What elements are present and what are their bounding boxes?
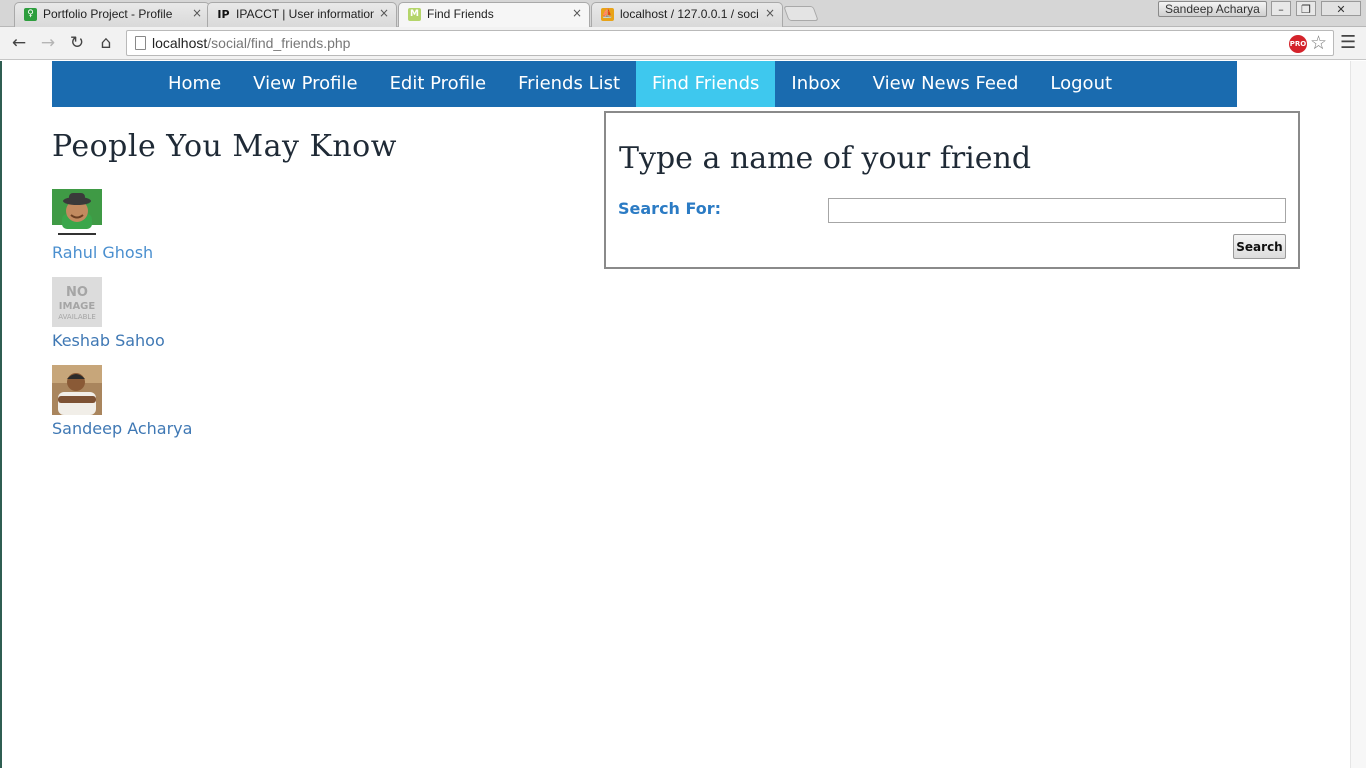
tab-title: Portfolio Project - Profile bbox=[43, 7, 173, 21]
person-name-link[interactable]: Rahul Ghosh bbox=[52, 243, 153, 262]
tab-phpmyadmin[interactable]: ⛵ localhost / 127.0.0.1 / soci × bbox=[591, 2, 783, 27]
m-favicon-icon: M bbox=[408, 8, 421, 21]
forward-arrow-icon[interactable]: → bbox=[37, 32, 59, 54]
page-viewport: Home View Profile Edit Profile Friends L… bbox=[0, 61, 1366, 768]
tab-close-icon[interactable]: × bbox=[572, 6, 582, 20]
profile-name-button[interactable]: Sandeep Acharya bbox=[1158, 1, 1267, 17]
person-name-link[interactable]: Sandeep Acharya bbox=[52, 419, 192, 438]
site-navbar: Home View Profile Edit Profile Friends L… bbox=[52, 61, 1237, 107]
extension-pro-icon[interactable]: PRO bbox=[1289, 35, 1307, 53]
nav-item-logout[interactable]: Logout bbox=[1034, 61, 1128, 107]
tab-close-icon[interactable]: × bbox=[192, 6, 202, 20]
browser-toolbar: ← → ↻ ⌂ localhost/social/find_friends.ph… bbox=[0, 27, 1366, 60]
phpmyadmin-favicon-icon: ⛵ bbox=[601, 8, 614, 21]
list-item: Rahul Ghosh bbox=[52, 189, 153, 262]
reload-icon[interactable]: ↻ bbox=[66, 32, 88, 54]
person-name-link[interactable]: Keshab Sahoo bbox=[52, 331, 165, 350]
nav-list: Home View Profile Edit Profile Friends L… bbox=[152, 61, 1128, 107]
url-path: /social/find_friends.php bbox=[207, 35, 351, 51]
list-item: NO IMAGE AVAILABLE Keshab Sahoo bbox=[52, 277, 165, 350]
close-window-icon[interactable]: ✕ bbox=[1321, 1, 1361, 16]
new-tab-button[interactable] bbox=[783, 6, 819, 21]
people-you-may-know-title: People You May Know bbox=[52, 129, 397, 164]
restore-icon[interactable]: ❐ bbox=[1296, 1, 1316, 16]
avatar[interactable] bbox=[52, 189, 102, 239]
address-bar[interactable]: localhost/social/find_friends.php PRO ☆ bbox=[126, 30, 1334, 56]
search-input[interactable] bbox=[828, 198, 1286, 223]
bookmark-star-icon[interactable]: ☆ bbox=[1310, 32, 1327, 54]
tab-ipacct[interactable]: IP IPACCT | User information × bbox=[207, 2, 397, 27]
search-panel: Type a name of your friend Search For: S… bbox=[604, 111, 1300, 269]
avatar[interactable] bbox=[52, 365, 102, 415]
no-image-avatar[interactable]: NO IMAGE AVAILABLE bbox=[52, 277, 102, 327]
home-icon[interactable]: ⌂ bbox=[95, 32, 117, 54]
url-host: localhost bbox=[152, 35, 208, 51]
search-label: Search For: bbox=[618, 199, 722, 218]
window-edge bbox=[0, 61, 2, 768]
page-icon bbox=[135, 36, 146, 50]
tab-close-icon[interactable]: × bbox=[765, 6, 775, 20]
tab-portfolio-project[interactable]: ♀ Portfolio Project - Profile × bbox=[14, 2, 210, 27]
nav-item-view-profile[interactable]: View Profile bbox=[237, 61, 373, 107]
nav-item-home[interactable]: Home bbox=[152, 61, 237, 107]
search-button[interactable]: Search bbox=[1233, 234, 1286, 259]
tab-close-icon[interactable]: × bbox=[379, 6, 389, 20]
tab-title: localhost / 127.0.0.1 / soci bbox=[620, 7, 759, 21]
address-url[interactable]: localhost/social/find_friends.php bbox=[152, 35, 350, 51]
nav-item-friends-list[interactable]: Friends List bbox=[502, 61, 636, 107]
portfolio-favicon-icon: ♀ bbox=[24, 8, 37, 21]
scrollbar[interactable] bbox=[1350, 61, 1366, 768]
svg-text:AVAILABLE: AVAILABLE bbox=[58, 313, 96, 321]
browser-tabstrip: ♀ Portfolio Project - Profile × IP IPACC… bbox=[0, 0, 1366, 27]
nav-item-view-news-feed[interactable]: View News Feed bbox=[857, 61, 1035, 107]
svg-text:IMAGE: IMAGE bbox=[59, 301, 96, 312]
people-you-may-know: People You May Know Rahul Ghosh NO IMAGE… bbox=[52, 129, 397, 438]
ipacct-favicon-icon: IP bbox=[217, 8, 230, 21]
tab-title: IPACCT | User information bbox=[236, 7, 374, 21]
nav-item-find-friends[interactable]: Find Friends bbox=[636, 61, 776, 107]
svg-text:NO: NO bbox=[66, 285, 88, 300]
nav-item-edit-profile[interactable]: Edit Profile bbox=[374, 61, 503, 107]
tab-title: Find Friends bbox=[427, 7, 494, 21]
search-title: Type a name of your friend bbox=[619, 141, 1032, 176]
tab-find-friends[interactable]: M Find Friends × bbox=[398, 2, 590, 27]
list-item: Sandeep Acharya bbox=[52, 365, 192, 438]
nav-item-inbox[interactable]: Inbox bbox=[775, 61, 856, 107]
chrome-menu-icon[interactable]: ☰ bbox=[1340, 32, 1356, 53]
back-arrow-icon[interactable]: ← bbox=[8, 32, 30, 54]
minimize-icon[interactable]: – bbox=[1271, 1, 1291, 16]
